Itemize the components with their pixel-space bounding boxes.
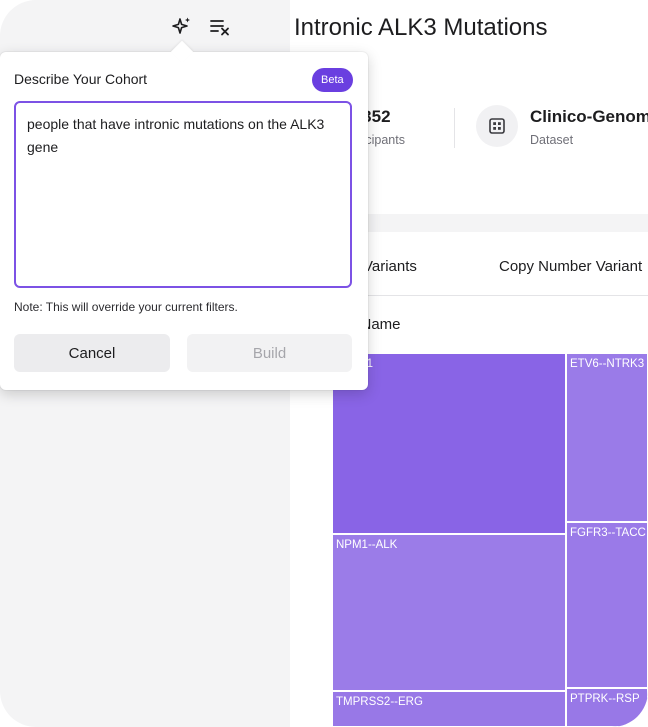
fusion-treemap: --SSX1 ETV6--NTRK3 NPM1--ALK FGFR3--TACC… [332,353,648,727]
page-title: Intronic ALK3 Mutations [294,14,548,41]
sidebar-toolbar [170,14,232,38]
override-note: Note: This will override your current fi… [14,300,238,314]
treemap-tile[interactable]: PTPRK--RSP [566,688,648,727]
sparkles-icon[interactable] [170,14,194,38]
treemap-tile[interactable]: FGFR3--TACC [566,522,648,688]
popover-title: Describe Your Cohort [14,71,148,87]
beta-badge: Beta [312,68,353,92]
build-button[interactable]: Build [187,334,352,372]
describe-cohort-popover: Describe Your Cohort Beta people that ha… [0,40,368,390]
cohort-description-input[interactable]: people that have intronic mutations on t… [14,101,352,288]
treemap-tile[interactable]: NPM1--ALK [332,534,566,691]
dataset-name: Clinico-Genom [530,107,648,126]
cancel-button[interactable]: Cancel [14,334,170,372]
treemap-tile[interactable]: TMPRSS2--ERG [332,691,566,727]
dataset-label: Dataset [530,133,574,147]
app-window: Intronic ALK3 Mutations 2,352 articipant… [0,0,648,727]
dataset-icon [476,105,518,147]
stat-divider [454,108,455,148]
treemap-tile[interactable]: ETV6--NTRK3 [566,353,648,522]
tab-copy-number-variants[interactable]: Copy Number Variant [499,258,642,275]
clear-filters-icon[interactable] [208,14,232,38]
